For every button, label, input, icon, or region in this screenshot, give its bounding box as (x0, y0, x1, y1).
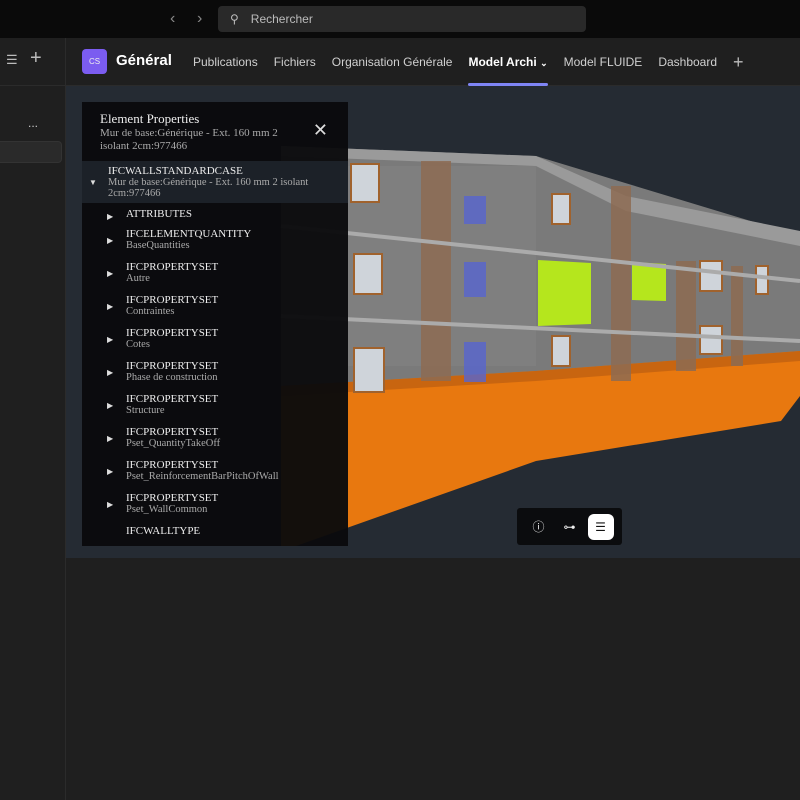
node-desc: Pset_QuantityTakeOff (126, 438, 221, 449)
caret-right-icon: ▶ (107, 500, 114, 509)
tab-model-archi[interactable]: Model Archi ⌄ (460, 38, 555, 86)
node-name: IFCPROPERTYSET (126, 426, 219, 438)
caret-right-icon: ▶ (107, 269, 114, 278)
tree-node[interactable]: ▶ IFCPROPERTYSET Structure (82, 390, 348, 423)
node-desc: Autre (126, 273, 150, 284)
selected-channel[interactable] (0, 141, 62, 163)
node-desc: Contraintes (126, 306, 175, 317)
node-name: IFCPROPERTYSET (126, 360, 219, 372)
tree-node[interactable]: ▶ ATTRIBUTES (82, 203, 348, 225)
tree-node[interactable]: ▶ IFCPROPERTYSET Phase de construction (82, 357, 348, 390)
caret-right-icon: ▶ (107, 401, 114, 410)
node-desc: Pset_WallCommon (126, 504, 208, 515)
channel-sidebar: ☰ + ... (0, 38, 66, 800)
tab-organisation-generale[interactable]: Organisation Générale (324, 38, 461, 86)
tree-icon[interactable]: ⊶ (557, 514, 583, 540)
page-title: Général (116, 52, 172, 69)
node-name: IFCPROPERTYSET (126, 459, 219, 471)
node-desc: Pset_ReinforcementBarPitchOfWall (126, 471, 279, 482)
search-placeholder: Rechercher (250, 12, 313, 26)
element-properties-panel: Element Properties Mur de base:Générique… (82, 102, 348, 546)
caret-right-icon: ▶ (107, 467, 114, 476)
tree-node[interactable]: ▶ IFCPROPERTYSET Pset_ReinforcementBarPitc… (82, 456, 348, 489)
node-desc: Cotes (126, 339, 150, 350)
tab-publications[interactable]: Publications (185, 38, 266, 86)
tree-node[interactable]: ▶ IFCPROPERTYSET Cotes (82, 324, 348, 357)
node-name: IFCPROPERTYSET (126, 492, 219, 504)
node-name: IFCPROPERTYSET (126, 294, 219, 306)
search-input[interactable]: ⚲ Rechercher (218, 6, 586, 32)
list-icon[interactable]: ☰ (587, 513, 614, 540)
caret-right-icon: ▶ (107, 236, 114, 245)
search-icon: ⚲ (230, 12, 239, 26)
node-desc: Structure (126, 405, 165, 416)
node-name: IFCWALLSTANDARDCASE (108, 165, 243, 177)
tree-node[interactable]: IFCWALLTYPE (82, 522, 348, 539)
caret-right-icon: ▶ (107, 434, 114, 443)
tree-node[interactable]: ▶ IFCPROPERTYSET Pset_WallCommon (82, 489, 348, 522)
node-name: IFCPROPERTYSET (126, 261, 219, 273)
caret-right-icon: ▶ (107, 302, 114, 311)
chevron-down-icon: ⌄ (540, 58, 548, 68)
panel-title: Element Properties (100, 111, 200, 126)
caret-right-icon: ▶ (107, 368, 114, 377)
node-name: IFCPROPERTYSET (126, 327, 219, 339)
tab-label: Model Archi (468, 55, 537, 69)
title-bar: ‹ › ⚲ Rechercher (0, 0, 800, 38)
node-name: IFCELEMENTQUANTITY (126, 228, 252, 240)
tree-node[interactable]: ▶ IFCPROPERTYSET Contraintes (82, 291, 348, 324)
node-name: IFCPROPERTYSET (126, 393, 219, 405)
tree-node[interactable]: ▶ IFCPROPERTYSET Pset_QuantityTakeOff (82, 423, 348, 456)
node-name: ATTRIBUTES (126, 208, 192, 220)
channel-header: CS Général Publications Fichiers Organis… (66, 38, 800, 86)
add-icon[interactable]: + (30, 47, 42, 70)
viewer-toolbar: ⓘ ⊶ ☰ (517, 508, 622, 545)
3d-viewer[interactable]: Element Properties Mur de base:Générique… (66, 86, 800, 558)
chevron-right-icon[interactable]: › (197, 10, 202, 28)
tree-node[interactable]: ▶ IFCELEMENTQUANTITY BaseQuantities (82, 225, 348, 258)
node-desc: Phase de construction (126, 372, 218, 383)
info-icon[interactable]: ⓘ (526, 514, 552, 540)
more-options-button[interactable]: ... (28, 116, 38, 130)
node-desc: Mur de base:Générique - Ext. 160 mm 2 is… (108, 177, 309, 199)
caret-right-icon: ▶ (107, 335, 114, 344)
tab-fichiers[interactable]: Fichiers (266, 38, 324, 86)
filter-icon[interactable]: ☰ (6, 52, 18, 68)
caret-right-icon: ▶ (107, 212, 114, 221)
tree-node[interactable]: ▶ IFCPROPERTYSET Autre (82, 258, 348, 291)
node-desc: BaseQuantities (126, 240, 190, 251)
avatar: CS (82, 49, 107, 74)
add-tab-button[interactable]: + (725, 38, 752, 86)
panel-subtitle: Mur de base:Générique - Ext. 160 mm 2 is… (100, 127, 278, 152)
chevron-left-icon[interactable]: ‹ (170, 10, 175, 28)
tab-model-fluide[interactable]: Model FLUIDE (556, 38, 651, 86)
close-icon[interactable]: ✕ (313, 120, 328, 141)
node-name: IFCWALLTYPE (126, 525, 201, 537)
tree-node-root[interactable]: ▼ IFCWALLSTANDARDCASE Mur de base:Généri… (82, 161, 348, 203)
caret-down-icon: ▼ (89, 178, 97, 187)
tab-dashboard[interactable]: Dashboard (650, 38, 725, 86)
